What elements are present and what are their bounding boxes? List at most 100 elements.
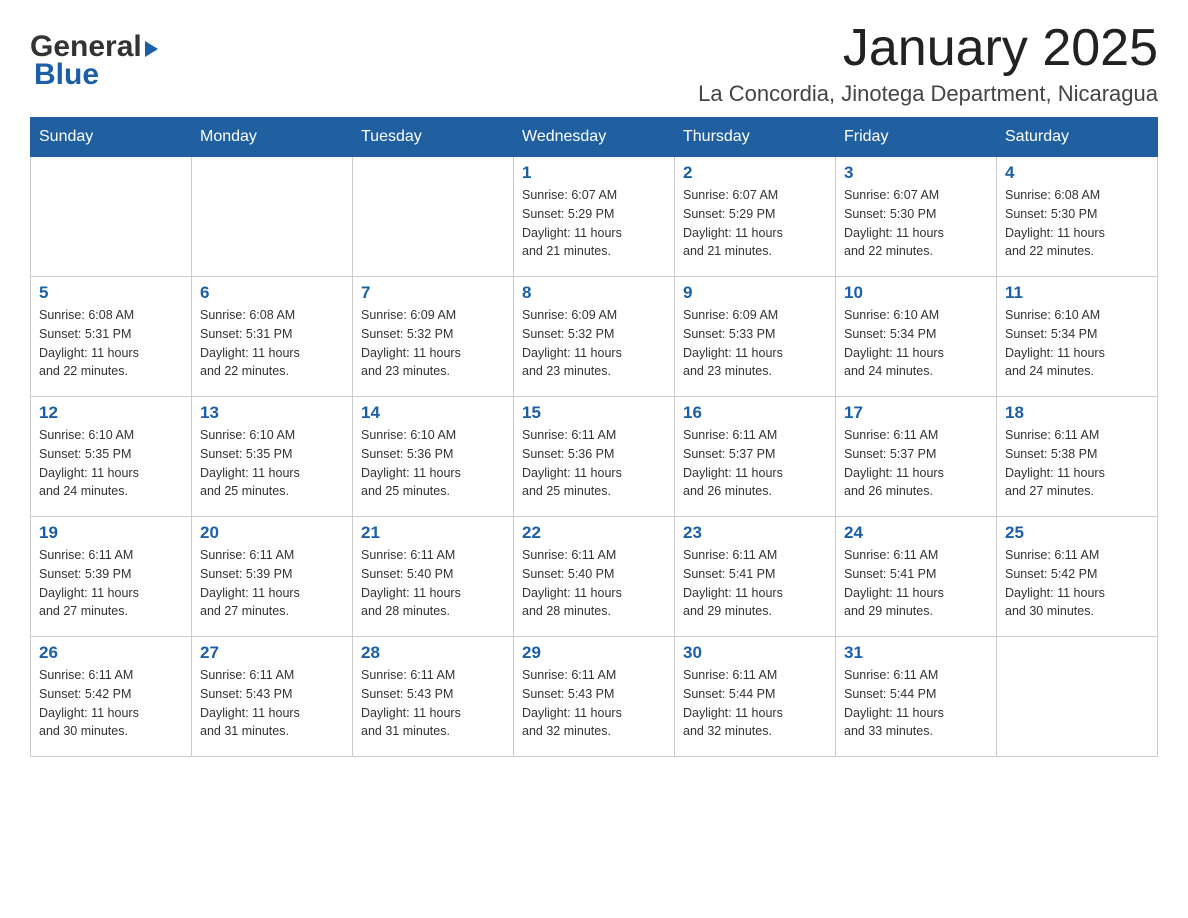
day-number: 8 [522, 283, 666, 303]
day-of-week-header: Saturday [997, 118, 1158, 157]
day-number: 5 [39, 283, 183, 303]
day-number: 26 [39, 643, 183, 663]
day-info: Sunrise: 6:11 AMSunset: 5:41 PMDaylight:… [844, 546, 988, 621]
calendar-cell [997, 637, 1158, 757]
day-number: 11 [1005, 283, 1149, 303]
day-number: 1 [522, 163, 666, 183]
day-info: Sunrise: 6:09 AMSunset: 5:32 PMDaylight:… [361, 306, 505, 381]
calendar-cell: 6 Sunrise: 6:08 AMSunset: 5:31 PMDaylight… [192, 277, 353, 397]
calendar-week-row: 19 Sunrise: 6:11 AMSunset: 5:39 PMDayligh… [31, 517, 1158, 637]
day-info: Sunrise: 6:11 AMSunset: 5:42 PMDaylight:… [39, 666, 183, 741]
day-info: Sunrise: 6:07 AMSunset: 5:30 PMDaylight:… [844, 186, 988, 261]
logo-arrow-icon [145, 41, 158, 57]
calendar-cell [192, 157, 353, 277]
calendar-cell: 29 Sunrise: 6:11 AMSunset: 5:43 PMDayligh… [514, 637, 675, 757]
day-info: Sunrise: 6:11 AMSunset: 5:41 PMDaylight:… [683, 546, 827, 621]
day-info: Sunrise: 6:11 AMSunset: 5:43 PMDaylight:… [361, 666, 505, 741]
calendar-cell: 8 Sunrise: 6:09 AMSunset: 5:32 PMDaylight… [514, 277, 675, 397]
day-of-week-header: Thursday [675, 118, 836, 157]
day-number: 20 [200, 523, 344, 543]
calendar-cell: 26 Sunrise: 6:11 AMSunset: 5:42 PMDayligh… [31, 637, 192, 757]
day-number: 30 [683, 643, 827, 663]
calendar-cell: 9 Sunrise: 6:09 AMSunset: 5:33 PMDaylight… [675, 277, 836, 397]
calendar-cell: 23 Sunrise: 6:11 AMSunset: 5:41 PMDayligh… [675, 517, 836, 637]
calendar-body: 1 Sunrise: 6:07 AMSunset: 5:29 PMDaylight… [31, 157, 1158, 757]
title-area: January 2025 La Concordia, Jinotega Depa… [698, 20, 1158, 107]
day-info: Sunrise: 6:09 AMSunset: 5:33 PMDaylight:… [683, 306, 827, 381]
calendar-cell: 24 Sunrise: 6:11 AMSunset: 5:41 PMDayligh… [836, 517, 997, 637]
day-info: Sunrise: 6:11 AMSunset: 5:43 PMDaylight:… [522, 666, 666, 741]
location-subtitle: La Concordia, Jinotega Department, Nicar… [698, 81, 1158, 107]
logo: General Blue [30, 30, 158, 92]
day-info: Sunrise: 6:10 AMSunset: 5:34 PMDaylight:… [844, 306, 988, 381]
days-of-week-row: SundayMondayTuesdayWednesdayThursdayFrid… [31, 118, 1158, 157]
month-title: January 2025 [698, 20, 1158, 77]
calendar-cell: 31 Sunrise: 6:11 AMSunset: 5:44 PMDayligh… [836, 637, 997, 757]
day-number: 31 [844, 643, 988, 663]
day-number: 21 [361, 523, 505, 543]
day-of-week-header: Wednesday [514, 118, 675, 157]
calendar-cell: 14 Sunrise: 6:10 AMSunset: 5:36 PMDayligh… [353, 397, 514, 517]
day-number: 13 [200, 403, 344, 423]
day-number: 3 [844, 163, 988, 183]
day-info: Sunrise: 6:08 AMSunset: 5:31 PMDaylight:… [39, 306, 183, 381]
day-number: 19 [39, 523, 183, 543]
calendar-cell: 25 Sunrise: 6:11 AMSunset: 5:42 PMDayligh… [997, 517, 1158, 637]
day-info: Sunrise: 6:11 AMSunset: 5:44 PMDaylight:… [683, 666, 827, 741]
calendar-cell: 15Sunrise: 6:11 AMSunset: 5:36 PMDayligh… [514, 397, 675, 517]
page-header: General Blue January 2025 La Concordia, … [30, 20, 1158, 107]
day-info: Sunrise: 6:09 AMSunset: 5:32 PMDaylight:… [522, 306, 666, 381]
logo-blue-text: Blue [34, 58, 99, 92]
day-number: 29 [522, 643, 666, 663]
calendar-cell: 2Sunrise: 6:07 AMSunset: 5:29 PMDaylight… [675, 157, 836, 277]
calendar-cell: 1 Sunrise: 6:07 AMSunset: 5:29 PMDaylight… [514, 157, 675, 277]
calendar-cell: 16Sunrise: 6:11 AMSunset: 5:37 PMDayligh… [675, 397, 836, 517]
day-info: Sunrise: 6:11 AMSunset: 5:39 PMDaylight:… [200, 546, 344, 621]
calendar-cell: 4Sunrise: 6:08 AMSunset: 5:30 PMDaylight… [997, 157, 1158, 277]
day-number: 14 [361, 403, 505, 423]
day-number: 10 [844, 283, 988, 303]
day-info: Sunrise: 6:10 AMSunset: 5:34 PMDaylight:… [1005, 306, 1149, 381]
day-info: Sunrise: 6:11 AMSunset: 5:44 PMDaylight:… [844, 666, 988, 741]
day-of-week-header: Tuesday [353, 118, 514, 157]
day-info: Sunrise: 6:10 AMSunset: 5:35 PMDaylight:… [200, 426, 344, 501]
day-info: Sunrise: 6:08 AMSunset: 5:30 PMDaylight:… [1005, 186, 1149, 261]
day-info: Sunrise: 6:11 AMSunset: 5:40 PMDaylight:… [361, 546, 505, 621]
day-number: 7 [361, 283, 505, 303]
calendar-cell: 5 Sunrise: 6:08 AMSunset: 5:31 PMDaylight… [31, 277, 192, 397]
day-number: 16 [683, 403, 827, 423]
calendar-cell [31, 157, 192, 277]
calendar-table: SundayMondayTuesdayWednesdayThursdayFrid… [30, 117, 1158, 757]
day-number: 17 [844, 403, 988, 423]
calendar-cell: 22Sunrise: 6:11 AMSunset: 5:40 PMDayligh… [514, 517, 675, 637]
day-number: 23 [683, 523, 827, 543]
day-info: Sunrise: 6:08 AMSunset: 5:31 PMDaylight:… [200, 306, 344, 381]
day-info: Sunrise: 6:11 AMSunset: 5:42 PMDaylight:… [1005, 546, 1149, 621]
calendar-cell [353, 157, 514, 277]
day-of-week-header: Friday [836, 118, 997, 157]
calendar-week-row: 26 Sunrise: 6:11 AMSunset: 5:42 PMDayligh… [31, 637, 1158, 757]
day-info: Sunrise: 6:07 AMSunset: 5:29 PMDaylight:… [522, 186, 666, 261]
day-info: Sunrise: 6:11 AMSunset: 5:39 PMDaylight:… [39, 546, 183, 621]
day-number: 9 [683, 283, 827, 303]
day-number: 25 [1005, 523, 1149, 543]
day-of-week-header: Sunday [31, 118, 192, 157]
calendar-cell: 7 Sunrise: 6:09 AMSunset: 5:32 PMDaylight… [353, 277, 514, 397]
calendar-cell: 18Sunrise: 6:11 AMSunset: 5:38 PMDayligh… [997, 397, 1158, 517]
day-info: Sunrise: 6:10 AMSunset: 5:36 PMDaylight:… [361, 426, 505, 501]
day-number: 6 [200, 283, 344, 303]
day-info: Sunrise: 6:11 AMSunset: 5:36 PMDaylight:… [522, 426, 666, 501]
calendar-cell: 17Sunrise: 6:11 AMSunset: 5:37 PMDayligh… [836, 397, 997, 517]
calendar-cell: 11 Sunrise: 6:10 AMSunset: 5:34 PMDayligh… [997, 277, 1158, 397]
calendar-week-row: 5 Sunrise: 6:08 AMSunset: 5:31 PMDaylight… [31, 277, 1158, 397]
day-number: 12 [39, 403, 183, 423]
day-number: 27 [200, 643, 344, 663]
day-info: Sunrise: 6:11 AMSunset: 5:40 PMDaylight:… [522, 546, 666, 621]
day-number: 18 [1005, 403, 1149, 423]
day-info: Sunrise: 6:10 AMSunset: 5:35 PMDaylight:… [39, 426, 183, 501]
day-info: Sunrise: 6:11 AMSunset: 5:43 PMDaylight:… [200, 666, 344, 741]
day-number: 24 [844, 523, 988, 543]
day-number: 2 [683, 163, 827, 183]
day-of-week-header: Monday [192, 118, 353, 157]
calendar-cell: 30 Sunrise: 6:11 AMSunset: 5:44 PMDayligh… [675, 637, 836, 757]
